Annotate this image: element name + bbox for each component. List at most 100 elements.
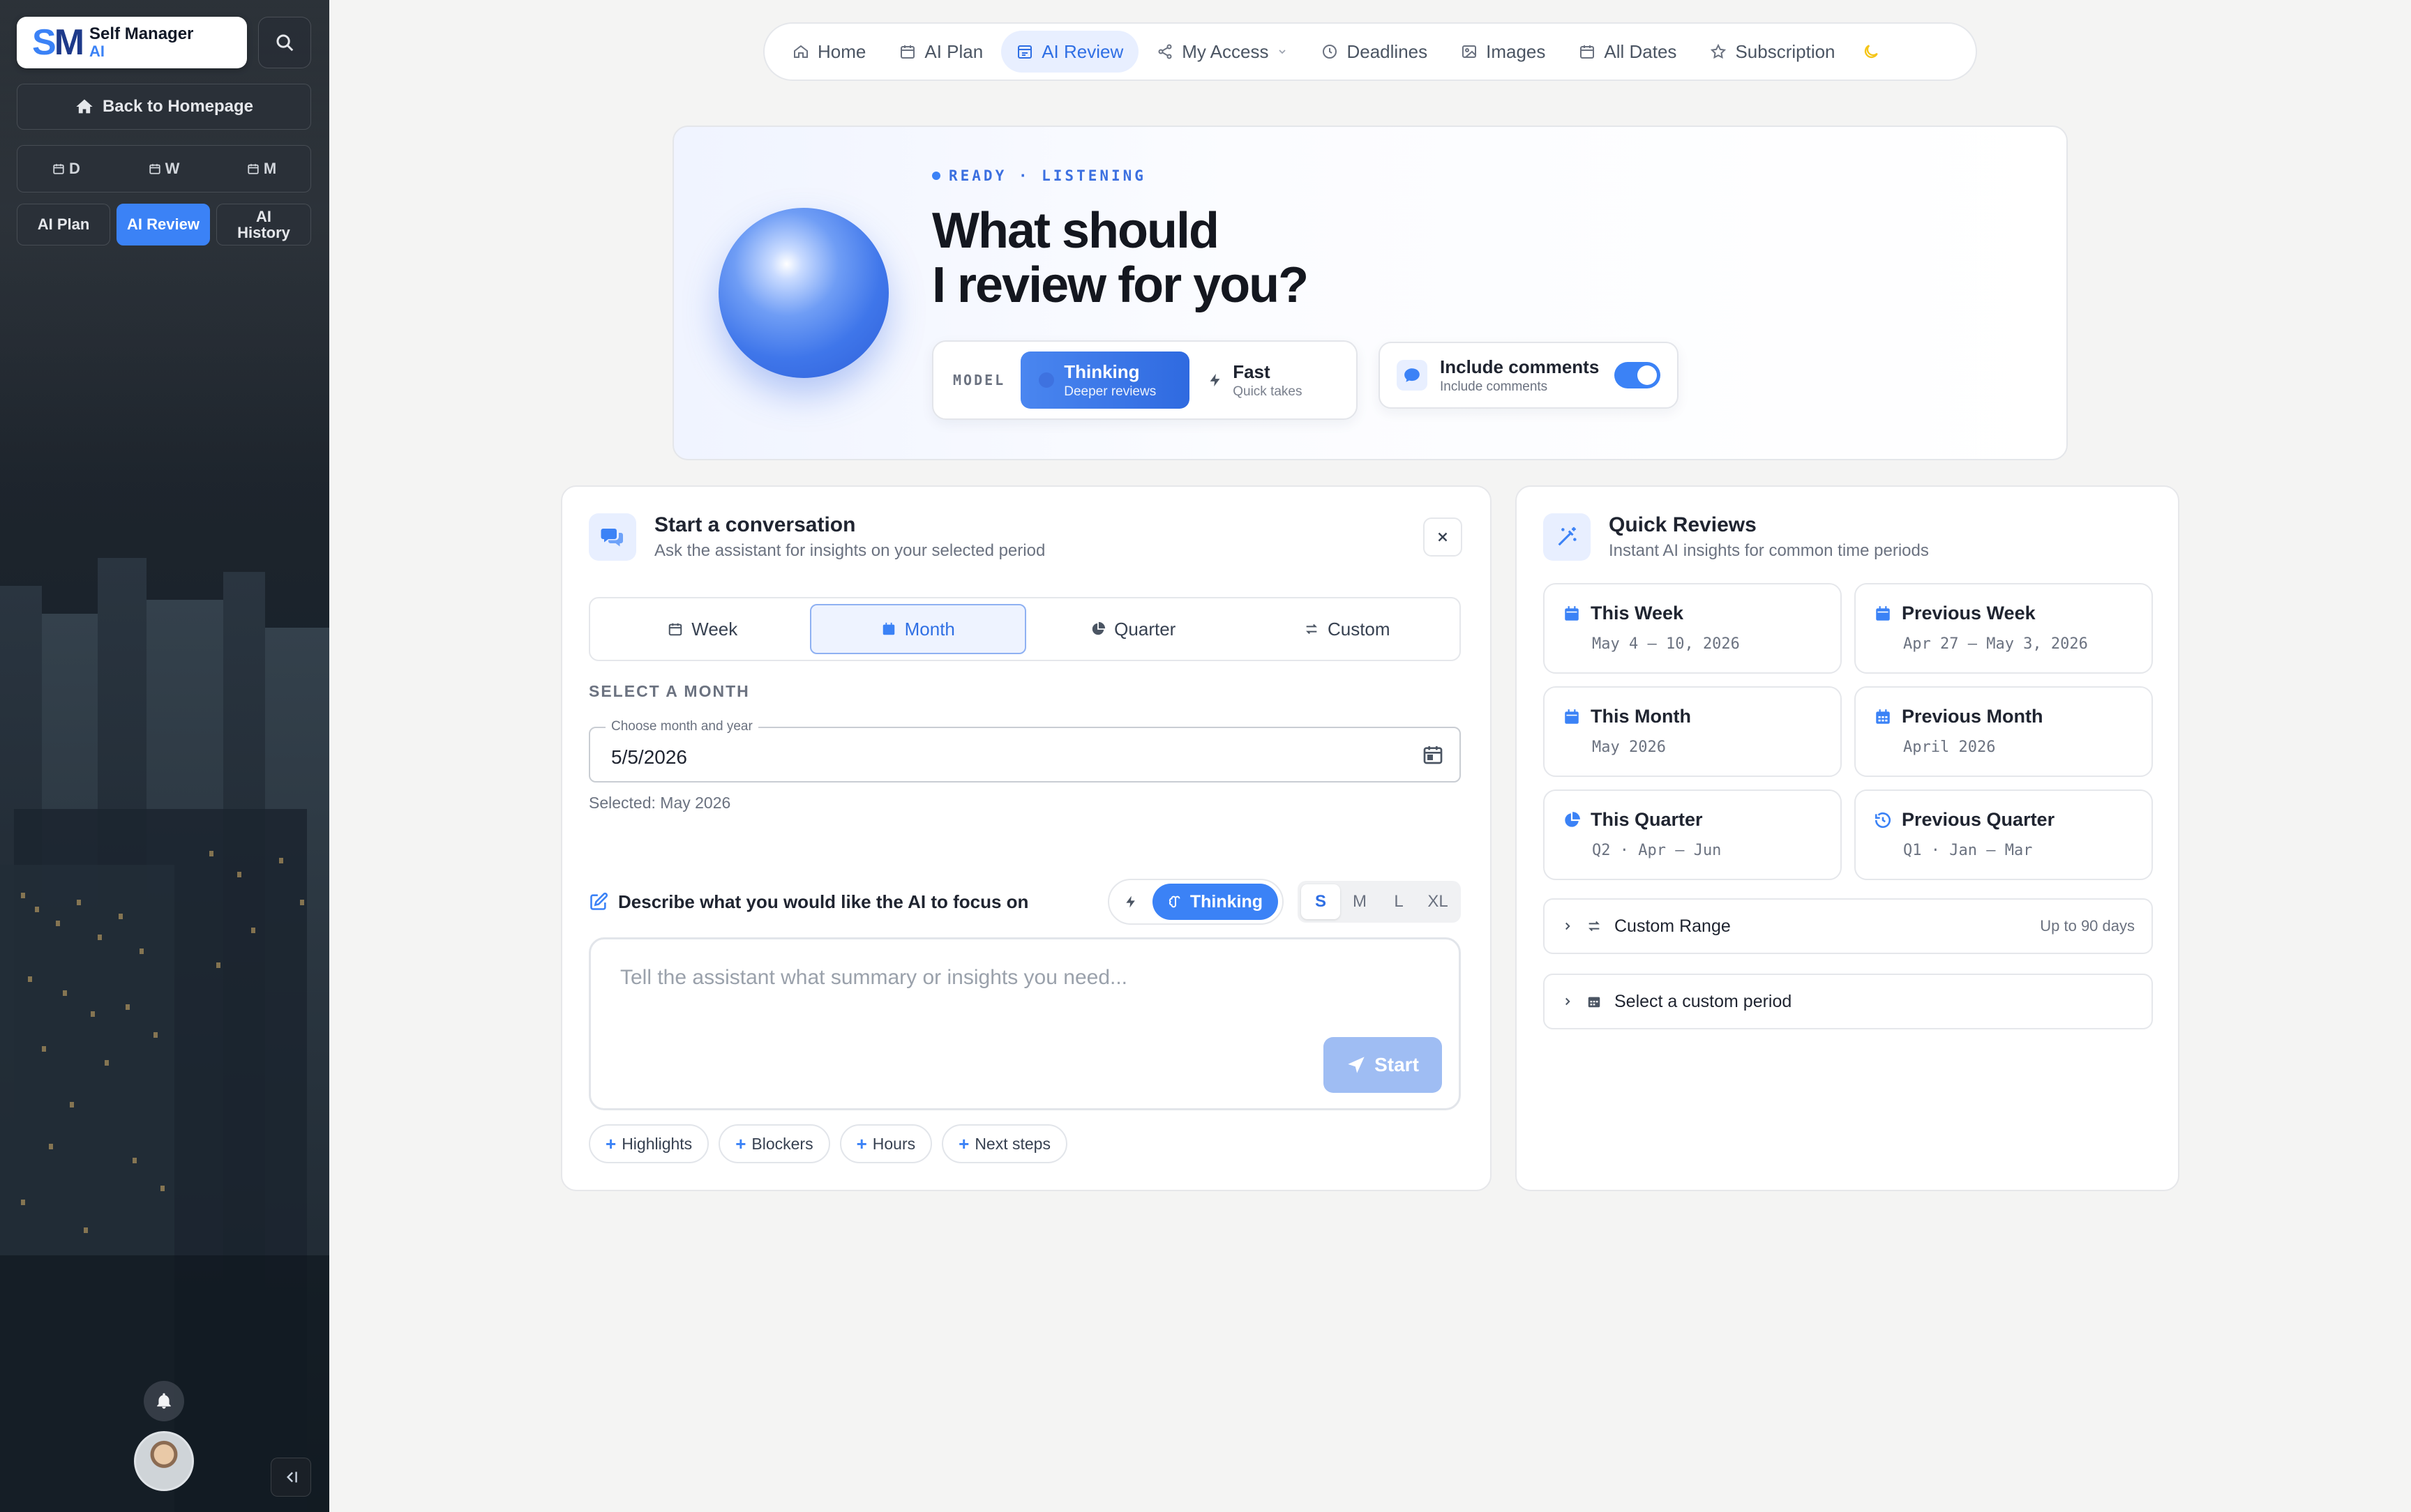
period-custom-tab[interactable]: Custom [1240,604,1455,654]
calendar-icon [901,45,915,59]
period-selector: Week Month Quarter Custom [589,597,1461,661]
chip-highlights[interactable]: + Highlights [589,1124,709,1163]
include-comments-toggle[interactable] [1614,362,1660,388]
month-year-field[interactable]: Choose month and year 5/5/2026 [589,719,1461,783]
thinking-dot-icon [1039,372,1055,388]
view-day-button[interactable]: D [17,160,115,178]
nav-subscription[interactable]: Subscription [1695,31,1850,73]
theme-toggle-button[interactable] [1854,31,1888,73]
quick-review-previous-week[interactable]: Previous Week Apr 27 – May 3, 2026 [1854,583,2153,674]
fast-mode-button[interactable] [1113,884,1148,920]
select-month-label: SELECT A MONTH [589,682,750,700]
size-m-button[interactable]: M [1340,884,1379,919]
period-label: Custom [1327,618,1390,640]
plus-icon: + [856,1133,867,1154]
model-option-title: Thinking [1064,361,1140,382]
sidebar-tab-ai-plan[interactable]: AI Plan [17,204,110,245]
period-label: Month [904,618,955,640]
size-s-button[interactable]: S [1301,884,1340,919]
nav-deadlines[interactable]: Deadlines [1306,31,1443,73]
response-mode-selector: Thinking [1107,879,1284,925]
focus-label: Describe what you would like the AI to f… [589,891,1028,913]
prompt-textarea[interactable]: Tell the assistant what summary or insig… [589,937,1461,1110]
quick-review-range: May 4 – 10, 2026 [1592,635,1740,653]
model-label: MODEL [953,372,1006,388]
view-month-button[interactable]: M [213,160,310,178]
sidebar-tab-ai-review[interactable]: AI Review [117,204,210,245]
chip-blockers[interactable]: + Blockers [719,1124,830,1163]
calendar-icon [53,164,64,174]
clock-icon [1323,45,1337,59]
share-icon [1158,44,1172,59]
search-icon [276,34,294,52]
quick-review-range: April 2026 [1903,739,1996,756]
nav-label: AI Review [1042,40,1124,62]
nav-ai-review[interactable]: AI Review [1001,31,1139,73]
home-icon [76,99,93,114]
plus-icon: + [735,1133,746,1154]
custom-period-expander[interactable]: Select a custom period [1543,974,2153,1029]
calendar-icon [248,164,259,174]
status-indicator: READY · LISTENING [932,167,1146,184]
quick-review-this-quarter[interactable]: This Quarter Q2 · Apr – Jun [1543,789,1842,880]
sidebar-tab-ai-history[interactable]: AI History [216,204,311,245]
custom-period-label: Select a custom period [1614,991,1792,1011]
page-title-line-2: I review for you? [932,257,1309,313]
model-fast-option[interactable]: Fast Quick takes [1189,351,1320,409]
logo-subtitle: AI [89,43,105,60]
notifications-button[interactable] [144,1381,184,1421]
model-thinking-option[interactable]: Thinking Deeper reviews [1021,351,1190,409]
nav-ai-plan[interactable]: AI Plan [884,31,998,73]
sidebar-tab-label: AI Plan [37,216,90,234]
start-button[interactable]: Start [1323,1037,1442,1093]
chevron-right-icon [1565,997,1570,1006]
include-comments-subtitle: Include comments [1440,379,1548,394]
nav-images[interactable]: Images [1445,31,1561,73]
page-title-line-1: What should [932,203,1219,259]
chip-label: Next steps [975,1134,1051,1153]
quick-review-range: Q2 · Apr – Jun [1592,842,1722,859]
chip-hours[interactable]: + Hours [839,1124,933,1163]
period-week-tab[interactable]: Week [596,604,810,654]
thinking-mode-button[interactable]: Thinking [1152,884,1278,920]
chip-label: Hours [872,1134,916,1153]
swap-icon [1588,921,1600,932]
chevron-right-icon [1565,922,1570,930]
quick-review-this-month[interactable]: This Month May 2026 [1543,686,1842,777]
hero-panel: READY · LISTENING What should I review f… [673,126,2068,460]
calendar-picker-icon[interactable] [1422,743,1444,766]
chevron-down-icon [1279,50,1286,54]
bell-icon [157,1393,171,1409]
moon-icon [1864,45,1878,59]
quick-review-title: Previous Month [1902,706,2043,727]
custom-range-expander[interactable]: Custom Range Up to 90 days [1543,898,2153,954]
period-quarter-tab[interactable]: Quarter [1026,604,1240,654]
view-week-button[interactable]: W [115,160,213,178]
top-navigation: Home AI Plan AI Review My Access Deadlin… [763,22,1977,81]
close-button[interactable] [1423,517,1462,557]
period-month-tab[interactable]: Month [809,604,1026,654]
nav-home[interactable]: Home [777,31,881,73]
collapse-sidebar-button[interactable] [271,1458,311,1497]
back-to-homepage-button[interactable]: Back to Homepage [17,84,311,130]
quick-review-previous-quarter[interactable]: Previous Quarter Q1 · Jan – Mar [1854,789,2153,880]
chip-label: Highlights [622,1134,693,1153]
nav-label: Images [1486,40,1546,62]
quick-review-previous-month[interactable]: Previous Month April 2026 [1854,686,2153,777]
quick-review-this-week[interactable]: This Week May 4 – 10, 2026 [1543,583,1842,674]
size-l-button[interactable]: L [1379,884,1418,919]
avatar[interactable] [134,1431,194,1491]
quick-review-range: Apr 27 – May 3, 2026 [1903,635,2088,653]
nav-all-dates[interactable]: All Dates [1563,31,1692,73]
app-logo[interactable]: SM Self Manager AI [17,17,247,68]
size-xl-button[interactable]: XL [1418,884,1457,919]
period-label: Week [691,618,738,640]
focus-label-text: Describe what you would like the AI to f… [618,891,1029,912]
view-week-label: W [165,160,180,177]
nav-my-access[interactable]: My Access [1141,31,1303,73]
chip-next-steps[interactable]: + Next steps [942,1124,1067,1163]
model-option-subtitle: Deeper reviews [1064,384,1157,399]
brain-icon [1169,895,1180,908]
start-button-label: Start [1374,1054,1419,1075]
search-button[interactable] [258,17,311,68]
